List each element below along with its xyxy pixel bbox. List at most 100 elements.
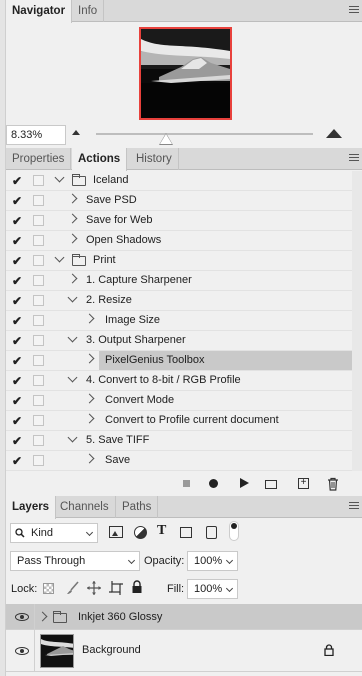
dialog-toggle-box[interactable] [33,315,44,326]
lock-position-icon[interactable] [87,581,101,598]
new-set-icon[interactable] [264,477,278,491]
command-row[interactable]: ✔ Save [6,451,352,471]
command-row[interactable]: ✔ Convert to Profile current document [6,411,352,431]
dialog-toggle-box[interactable] [33,335,44,346]
eye-icon[interactable] [15,647,29,655]
fill-input[interactable]: 100% [187,579,238,599]
adjustment-filter-icon[interactable] [134,526,147,539]
chevron-right-icon[interactable] [37,611,48,622]
panel-menu-icon[interactable] [349,6,359,15]
opacity-input[interactable]: 100% [187,551,238,571]
zoom-input[interactable]: 8.33% [6,125,66,145]
chevron-down-icon[interactable] [67,292,78,303]
check-icon[interactable]: ✔ [12,274,22,288]
blend-mode-select[interactable]: Pass Through [10,551,140,571]
chevron-down-icon[interactable] [54,252,65,263]
stop-icon[interactable] [180,477,194,491]
filter-toggle[interactable] [229,521,239,541]
command-row[interactable]: ✔ PixelGenius Toolbox [6,351,352,371]
dialog-toggle-box[interactable] [33,255,44,266]
chevron-right-icon[interactable] [67,213,78,224]
chevron-down-icon[interactable] [67,372,78,383]
action-row[interactable]: ✔ Save PSD [6,191,352,211]
action-row[interactable]: ✔ Open Shadows [6,231,352,251]
check-icon[interactable]: ✔ [12,374,22,388]
dialog-toggle-box[interactable] [33,235,44,246]
chevron-right-icon[interactable] [84,353,95,364]
dialog-toggle-box[interactable] [33,215,44,226]
zoom-slider-thumb-fill[interactable] [160,134,172,144]
chevron-down-icon[interactable] [54,172,65,183]
lock-artboard-icon[interactable] [109,581,123,598]
layer-name[interactable]: Background [82,644,141,656]
eye-icon[interactable] [15,613,29,621]
navigator-preview[interactable] [139,27,232,120]
check-icon[interactable]: ✔ [12,434,22,448]
check-icon[interactable]: ✔ [12,334,22,348]
tab-actions[interactable]: Actions [72,148,128,171]
shape-filter-icon[interactable] [180,527,192,538]
tab-history[interactable]: History [130,148,179,170]
dialog-toggle-box[interactable] [33,435,44,446]
action-row[interactable]: ✔ Print [6,251,352,271]
tab-navigator[interactable]: Navigator [6,0,73,23]
play-icon[interactable] [237,477,251,491]
tab-properties[interactable]: Properties [6,148,72,170]
type-filter-icon[interactable]: T [157,523,166,539]
chevron-right-icon[interactable] [84,453,95,464]
panel-menu-icon[interactable] [349,154,359,163]
check-icon[interactable]: ✔ [12,234,22,248]
action-row[interactable]: ✔ 1. Capture Sharpener [6,271,352,291]
chevron-right-icon[interactable] [84,313,95,324]
lock-all-icon[interactable] [131,580,143,597]
pixel-filter-icon[interactable] [109,526,123,538]
smart-object-filter-icon[interactable] [206,526,217,539]
zoom-in-icon[interactable] [326,129,342,138]
chevron-down-icon[interactable] [67,332,78,343]
dialog-toggle-box[interactable] [33,295,44,306]
action-row[interactable]: ✔ Iceland [6,171,352,191]
panel-menu-icon[interactable] [349,502,359,511]
actions-scrollbar[interactable] [352,171,362,471]
action-row[interactable]: ✔ 3. Output Sharpener [6,331,352,351]
zoom-slider[interactable] [96,133,313,135]
dialog-toggle-box[interactable] [33,355,44,366]
dialog-toggle-box[interactable] [33,395,44,406]
lock-transparent-icon[interactable] [43,583,54,594]
dialog-toggle-box[interactable] [33,275,44,286]
check-icon[interactable]: ✔ [12,174,22,188]
chevron-right-icon[interactable] [67,273,78,284]
chevron-right-icon[interactable] [84,413,95,424]
tab-info[interactable]: Info [72,0,105,22]
dialog-toggle-box[interactable] [33,175,44,186]
check-icon[interactable]: ✔ [12,254,22,268]
action-row[interactable]: ✔ 4. Convert to 8-bit / RGB Profile [6,371,352,391]
dialog-toggle-box[interactable] [33,415,44,426]
delete-icon[interactable] [326,477,340,491]
layer-row-group[interactable]: Inkjet 360 Glossy [6,604,362,630]
check-icon[interactable]: ✔ [12,454,22,468]
new-action-icon[interactable]: + [297,477,311,491]
command-row[interactable]: ✔ Convert Mode [6,391,352,411]
tab-channels[interactable]: Channels [54,496,116,518]
tab-paths[interactable]: Paths [116,496,159,518]
command-row[interactable]: ✔ Image Size [6,311,352,331]
check-icon[interactable]: ✔ [12,294,22,308]
dialog-toggle-box[interactable] [33,375,44,386]
check-icon[interactable]: ✔ [12,394,22,408]
chevron-down-icon[interactable] [67,432,78,443]
chevron-right-icon[interactable] [67,233,78,244]
layer-name[interactable]: Inkjet 360 Glossy [78,611,162,623]
lock-pixels-icon[interactable] [66,581,80,598]
tab-layers[interactable]: Layers [6,496,57,519]
action-row[interactable]: ✔ 5. Save TIFF [6,431,352,451]
action-row[interactable]: ✔ 2. Resize [6,291,352,311]
check-icon[interactable]: ✔ [12,214,22,228]
check-icon[interactable]: ✔ [12,354,22,368]
layer-filter-select[interactable]: Kind [10,523,98,543]
action-row[interactable]: ✔ Save for Web [6,211,352,231]
dialog-toggle-box[interactable] [33,455,44,466]
layer-row-background[interactable]: Background [6,630,362,672]
chevron-right-icon[interactable] [67,193,78,204]
chevron-right-icon[interactable] [84,393,95,404]
